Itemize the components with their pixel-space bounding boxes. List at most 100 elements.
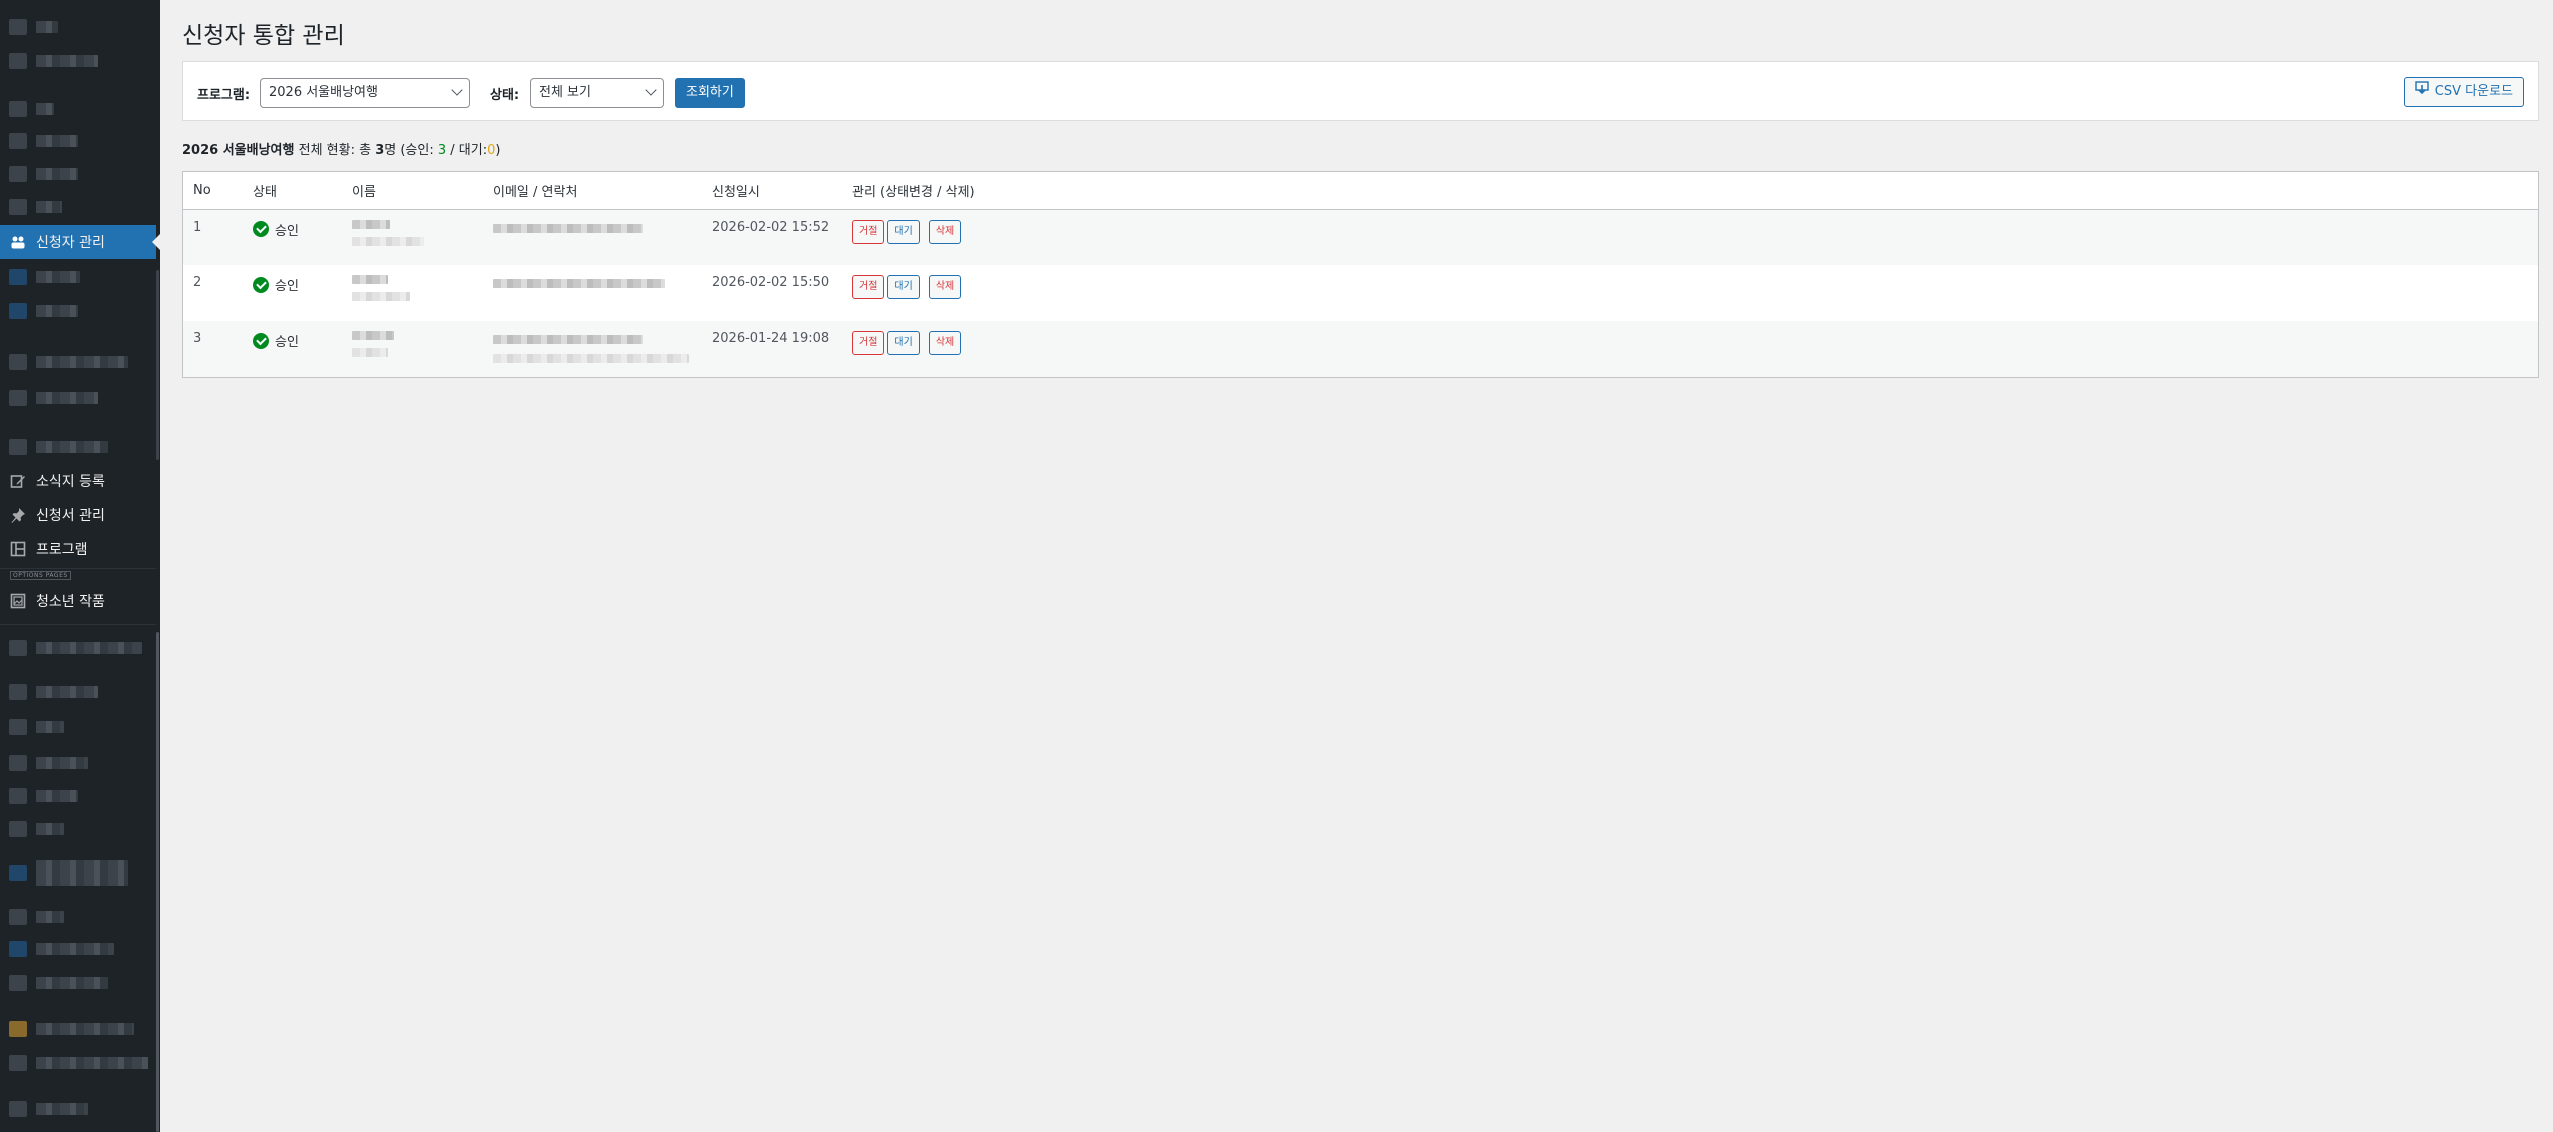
summary-close: ) xyxy=(495,143,501,158)
sidebar-item-hidden[interactable] xyxy=(0,430,156,464)
sidebar-item-applicants[interactable]: 신청자 관리 xyxy=(0,225,160,259)
chevron-down-icon xyxy=(451,84,463,96)
sidebar-item-forms[interactable]: 신청서 관리 xyxy=(0,498,156,532)
sidebar-scrollbar[interactable] xyxy=(156,632,159,1132)
sidebar-item-hidden[interactable] xyxy=(0,345,156,379)
cell-no: 3 xyxy=(193,331,202,346)
sidebar-item-label: 신청자 관리 xyxy=(36,235,105,251)
chevron-down-icon xyxy=(645,84,657,96)
main-content: 신청자 통합 관리 프로그램: 2026 서울배낭여행 상태: 전체 보기 조회… xyxy=(160,0,2553,1132)
cell-date: 2026-01-24 19:08 xyxy=(712,331,830,346)
redacted-name xyxy=(352,236,424,246)
col-status: 상태 xyxy=(243,172,342,210)
col-date: 신청일시 xyxy=(702,172,842,210)
sidebar-item-label: 소식지 등록 xyxy=(36,474,105,490)
sidebar-item-hidden[interactable] xyxy=(0,631,156,665)
redacted-name xyxy=(352,219,390,229)
wait-button[interactable]: 대기 xyxy=(887,331,920,355)
summary-approved-count: 3 xyxy=(437,143,447,158)
table-row: 2 승인 2026-02-02 15:50 거절 대기 삭제 xyxy=(183,265,2538,321)
gallery-icon xyxy=(8,591,28,611)
check-circle-icon xyxy=(253,332,269,349)
sidebar-item-hidden[interactable] xyxy=(0,44,156,78)
delete-button[interactable]: 삭제 xyxy=(928,275,962,299)
table-row: 3 승인 2026-01-24 19:08 거절 대기 삭제 xyxy=(183,321,2538,377)
cell-manage: 거절 대기 삭제 xyxy=(842,265,2538,321)
delete-button[interactable]: 삭제 xyxy=(928,331,962,355)
sidebar-item-hidden[interactable] xyxy=(0,190,156,224)
sidebar-item-hidden[interactable] xyxy=(0,746,156,780)
summary-pending-label: / 대기: xyxy=(450,143,488,158)
sidebar-item-label: 신청서 관리 xyxy=(36,508,105,524)
sidebar-item-hidden[interactable] xyxy=(0,779,156,813)
cell-name xyxy=(342,321,483,377)
summary-total: 3 xyxy=(375,143,385,158)
sidebar-item-hidden[interactable] xyxy=(0,381,156,415)
summary-prefix: 전체 현황: 총 xyxy=(298,143,372,158)
reject-button[interactable]: 거절 xyxy=(852,331,885,355)
status-text: 승인 xyxy=(275,335,299,350)
cell-manage: 거절 대기 삭제 xyxy=(842,209,2538,265)
edit-icon xyxy=(8,471,28,491)
csv-download-button[interactable]: CSV 다운로드 xyxy=(2403,77,2524,107)
filter-bar: 프로그램: 2026 서울배낭여행 상태: 전체 보기 조회하기 CSV 다운로… xyxy=(182,61,2539,121)
cell-contact xyxy=(483,321,702,377)
sidebar-item-hidden[interactable] xyxy=(0,294,156,328)
sidebar-item-youth[interactable]: 청소년 작품 xyxy=(0,584,156,618)
col-name: 이름 xyxy=(342,172,483,210)
sidebar-item-hidden[interactable] xyxy=(0,157,156,191)
check-circle-icon xyxy=(253,221,269,237)
cell-date: 2026-02-02 15:52 xyxy=(712,219,830,235)
page-title: 신청자 통합 관리 xyxy=(182,23,345,49)
status-select[interactable]: 전체 보기 xyxy=(530,78,664,108)
cell-date: 2026-02-02 15:50 xyxy=(712,275,830,290)
sidebar-item-hidden[interactable] xyxy=(0,124,156,158)
program-filter-label: 프로그램: xyxy=(197,88,251,103)
check-circle-icon xyxy=(253,276,269,293)
sidebar-item-hidden[interactable] xyxy=(0,710,156,744)
sidebar-item-hidden[interactable] xyxy=(0,856,156,890)
status-text: 승인 xyxy=(275,223,299,239)
sidebar-item-hidden[interactable] xyxy=(0,675,156,709)
redacted-name xyxy=(352,348,388,357)
cell-name xyxy=(342,209,483,265)
sidebar-item-hidden[interactable] xyxy=(0,900,156,934)
redacted-contact xyxy=(493,279,665,288)
summary-line: 2026 서울배낭여행 전체 현황: 총 3명 (승인: 3 / 대기:0) xyxy=(182,139,500,158)
search-button[interactable]: 조회하기 xyxy=(675,78,745,108)
status-select-value: 전체 보기 xyxy=(539,85,591,100)
summary-approved-label: (승인: xyxy=(400,143,434,158)
sidebar-item-hidden[interactable] xyxy=(0,932,156,966)
cell-contact xyxy=(483,209,702,265)
redacted-contact xyxy=(493,335,643,344)
sidebar-item-news[interactable]: 소식지 등록 xyxy=(0,464,156,498)
table-row: 1 승인 2026-02-02 15:52 거절 대기 삭제 xyxy=(183,209,2538,265)
sidebar-item-hidden[interactable] xyxy=(0,260,156,294)
sidebar-item-hidden[interactable] xyxy=(0,10,156,44)
sidebar-item-hidden[interactable] xyxy=(0,1012,156,1046)
sidebar-item-hidden[interactable] xyxy=(0,1046,156,1080)
table-header-row: No 상태 이름 이메일 / 연락처 신청일시 관리 (상태변경 / 삭제) xyxy=(183,172,2538,210)
redacted-contact xyxy=(493,223,643,233)
sidebar-item-hidden[interactable] xyxy=(0,812,156,846)
sidebar-item-hidden[interactable] xyxy=(0,966,156,1000)
wait-button[interactable]: 대기 xyxy=(887,219,920,244)
redacted-name xyxy=(352,292,410,301)
sidebar-item-programs[interactable]: 프로그램 xyxy=(0,532,156,566)
sidebar-item-hidden[interactable] xyxy=(0,1092,156,1126)
options-pages-label: OPTIONS PAGES xyxy=(10,571,71,580)
delete-button[interactable]: 삭제 xyxy=(928,219,962,244)
sidebar-scrollbar[interactable] xyxy=(156,270,159,460)
redacted-name xyxy=(352,331,394,340)
applicants-table: No 상태 이름 이메일 / 연락처 신청일시 관리 (상태변경 / 삭제) 1… xyxy=(182,171,2539,378)
wait-button[interactable]: 대기 xyxy=(887,275,920,299)
status-badge: 승인 xyxy=(253,275,332,294)
col-contact: 이메일 / 연락처 xyxy=(483,172,702,210)
program-select[interactable]: 2026 서울배낭여행 xyxy=(260,78,470,108)
sidebar-item-hidden[interactable] xyxy=(0,92,156,126)
admin-sidebar: 신청자 관리 소식지 등록 신청서 관리 프로그램 OPTIONS PAGES … xyxy=(0,0,160,1132)
cell-name xyxy=(342,265,483,321)
sidebar-item-label: 청소년 작품 xyxy=(36,594,105,610)
reject-button[interactable]: 거절 xyxy=(852,219,885,244)
reject-button[interactable]: 거절 xyxy=(852,275,885,299)
